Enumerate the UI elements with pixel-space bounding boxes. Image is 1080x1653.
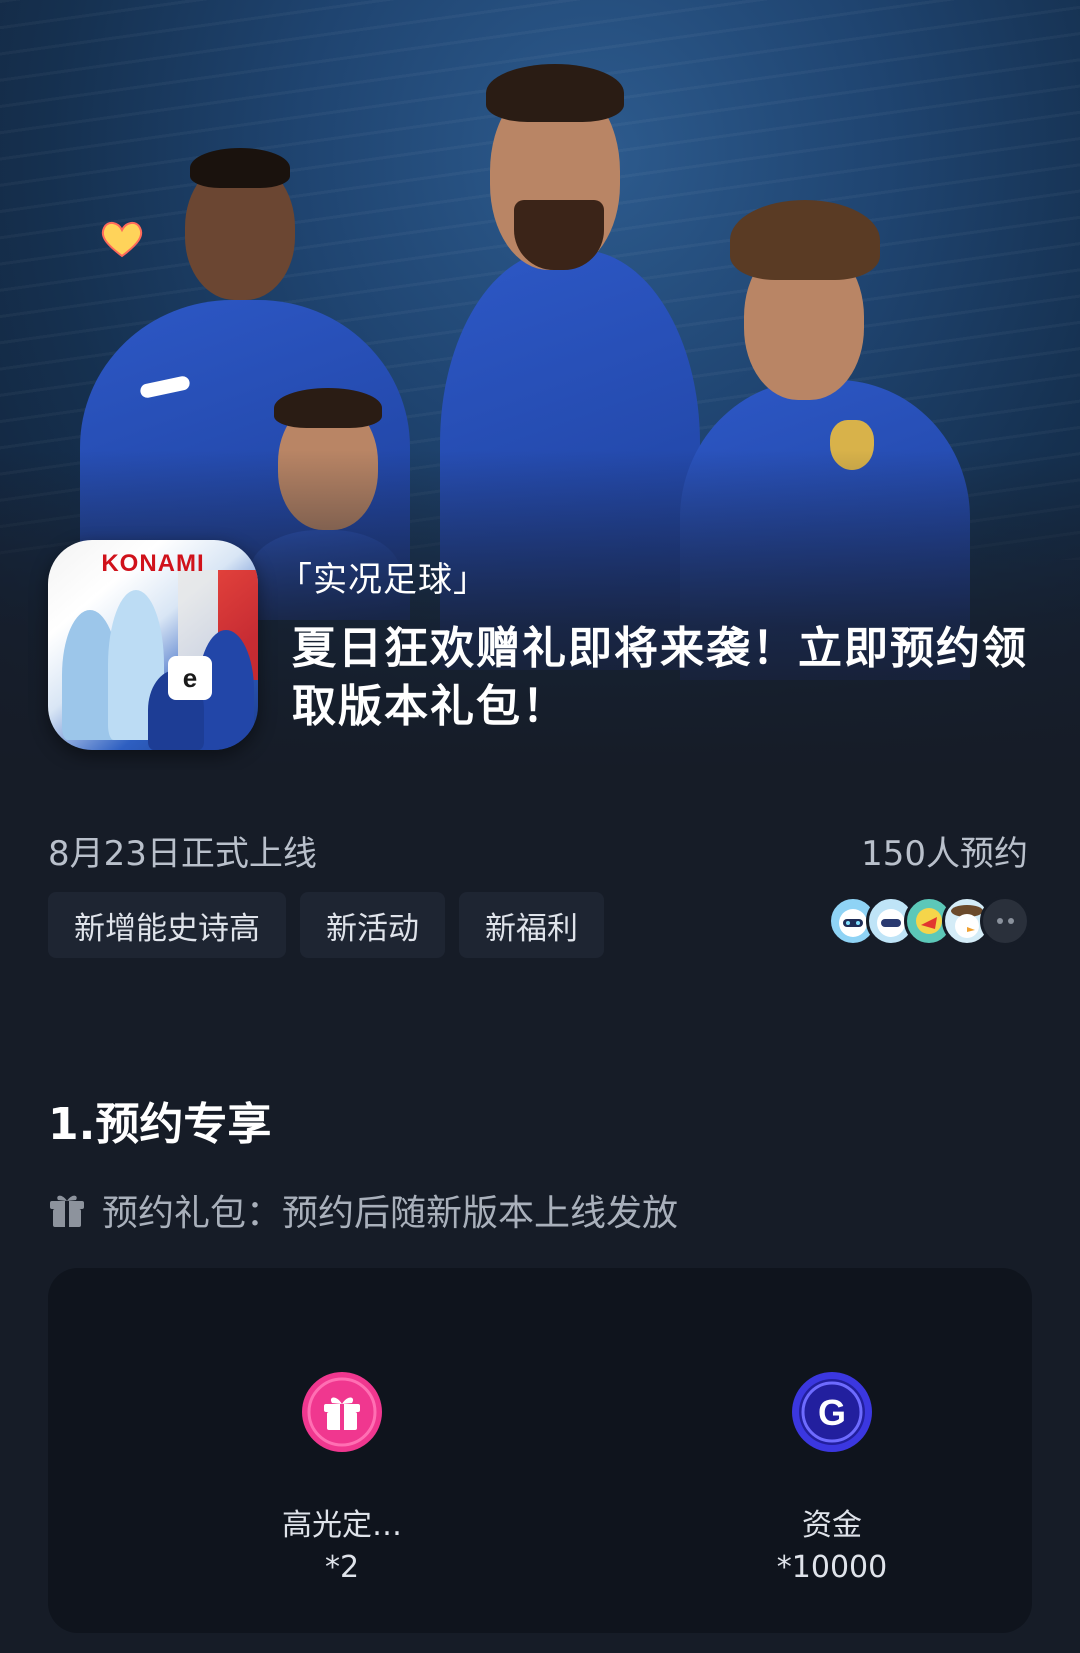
feature-tag[interactable]: 新增能史诗高	[48, 892, 286, 958]
reservation-page: KONAMI e 「实况足球」 夏日狂欢赠礼即将来袭！立即预约领取版本礼包！ 8…	[0, 0, 1080, 1653]
reward-item[interactable]: 高光定… *2	[192, 1370, 492, 1585]
reservation-count: 150人预约	[861, 834, 1028, 874]
feature-tags: 新增能史诗高 新活动 新福利	[48, 892, 604, 958]
game-name-tag: 「实况足球」	[278, 560, 488, 600]
reward-quantity: *2	[324, 1550, 360, 1585]
reward-quantity: *10000	[776, 1550, 888, 1585]
reward-name: 资金	[802, 1508, 862, 1543]
gift-package-label: 预约礼包：预约后随新版本上线发放	[102, 1193, 679, 1234]
efootball-logo-icon: e	[168, 656, 212, 700]
reserver-avatars[interactable]	[828, 896, 1030, 946]
reward-name: 高光定…	[282, 1508, 402, 1543]
gift-box-icon	[50, 1195, 84, 1227]
feature-tag[interactable]: 新福利	[459, 892, 604, 958]
coin-g-icon: G	[792, 1372, 872, 1452]
reward-card: 高光定… *2 G 资金 *10000	[48, 1268, 1032, 1633]
more-avatars-icon	[980, 896, 1030, 946]
launch-date: 8月23日正式上线	[48, 834, 317, 874]
gift-package-row: 预约礼包：预约后随新版本上线发放	[48, 1184, 678, 1236]
feature-tag[interactable]: 新活动	[300, 892, 445, 958]
section-title: 1.预约专享	[48, 1099, 272, 1150]
gift-icon	[302, 1372, 382, 1452]
svg-text:G: G	[818, 1392, 846, 1433]
app-icon[interactable]: KONAMI e	[48, 540, 258, 750]
app-icon-brand: KONAMI	[101, 550, 205, 577]
hero-title: 夏日狂欢赠礼即将来袭！立即预约领取版本礼包！	[292, 623, 1028, 732]
reward-item[interactable]: G 资金 *10000	[682, 1370, 982, 1585]
hero-banner: KONAMI e 「实况足球」 夏日狂欢赠礼即将来袭！立即预约领取版本礼包！	[0, 0, 1080, 770]
